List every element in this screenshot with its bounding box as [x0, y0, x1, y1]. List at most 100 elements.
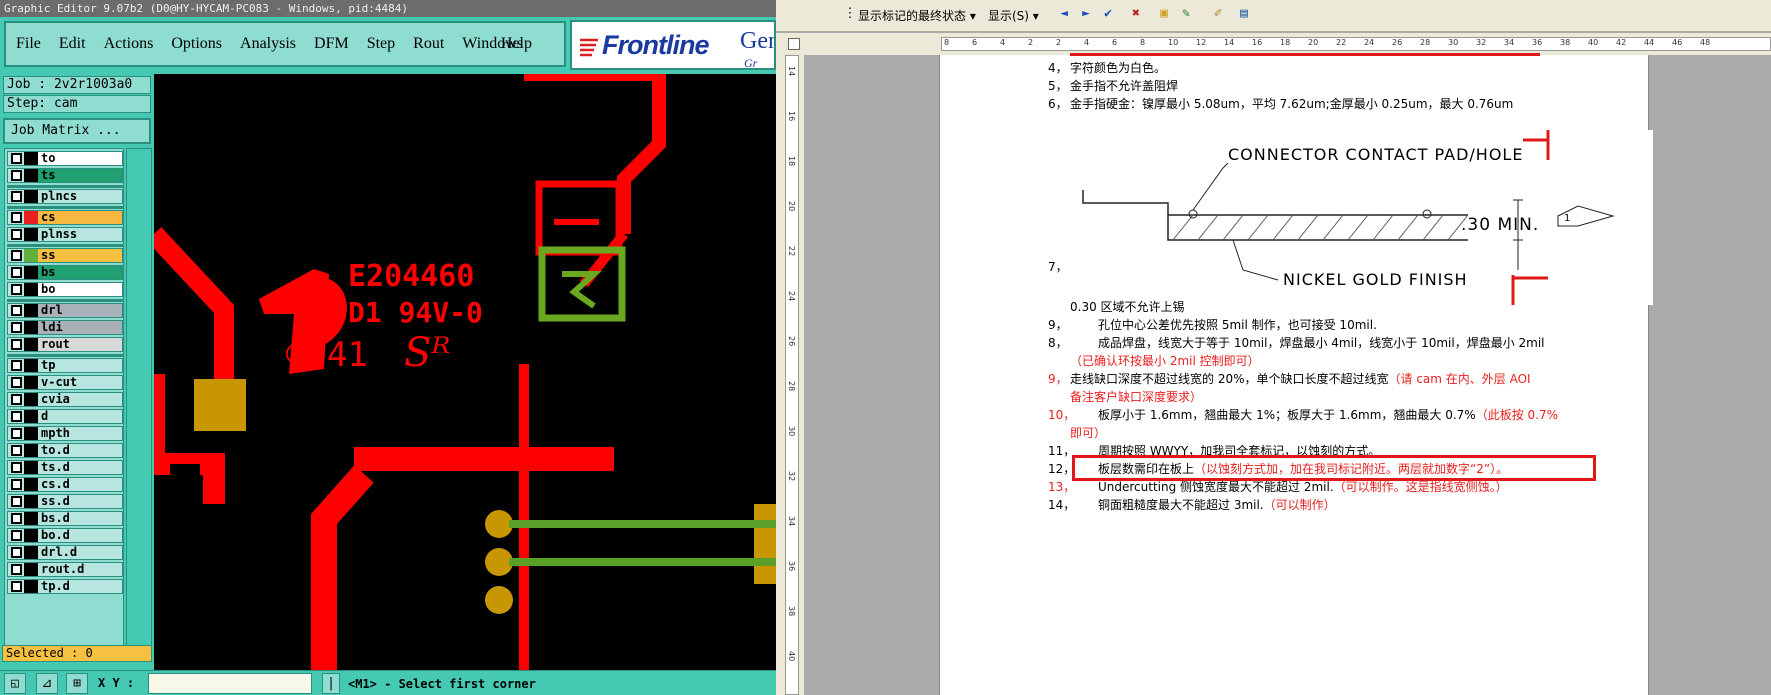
layer-row-rout[interactable]: rout: [7, 337, 123, 352]
layer-name: bo: [38, 283, 122, 296]
layer-row-v-cut[interactable]: v-cut: [7, 375, 123, 390]
pcb-view[interactable]: E204460 D1 94V-0 ®041 Sᴿ: [143, 67, 776, 670]
layer-checkbox[interactable]: [11, 153, 22, 164]
layer-row-ss-d[interactable]: ss.d: [7, 494, 123, 509]
layer-checkbox[interactable]: [11, 445, 22, 456]
reject-change-icon[interactable]: ✖: [1128, 6, 1144, 22]
layer-row-drl[interactable]: drl: [7, 303, 123, 318]
menu-dfm[interactable]: DFM: [314, 35, 349, 53]
highlight-icon[interactable]: ✎: [1178, 6, 1194, 22]
layer-row-cs[interactable]: cs: [7, 210, 123, 225]
layer-checkbox[interactable]: [11, 267, 22, 278]
layer-checkbox[interactable]: [11, 305, 22, 316]
layer-checkbox[interactable]: [11, 513, 22, 524]
ruler-tick-label: 30: [1448, 38, 1459, 47]
layer-name: to: [38, 152, 122, 165]
pcb-text-date: ®041: [286, 335, 368, 375]
layer-row-ts[interactable]: ts: [7, 168, 123, 183]
next-change-icon[interactable]: ►: [1078, 6, 1094, 22]
ruler-tick-label: 4: [1084, 38, 1090, 47]
xy-input[interactable]: [148, 673, 312, 694]
layer-row-rout-d[interactable]: rout.d: [7, 562, 123, 577]
layer-name: to.d: [38, 444, 122, 457]
layer-color-swatch: [24, 427, 38, 440]
layer-checkbox[interactable]: [11, 339, 22, 350]
layer-row-bo[interactable]: bo: [7, 282, 123, 297]
previous-change-icon[interactable]: ◄: [1056, 6, 1072, 22]
layer-row-mpth[interactable]: mpth: [7, 426, 123, 441]
ruler-tick-label: 4: [1000, 38, 1006, 47]
layer-checkbox[interactable]: [11, 496, 22, 507]
layer-color-swatch: [24, 461, 38, 474]
layer-row-to[interactable]: to: [7, 151, 123, 166]
layer-checkbox[interactable]: [11, 212, 22, 223]
layer-checkbox[interactable]: [11, 394, 22, 405]
layer-checkbox[interactable]: [11, 530, 22, 541]
layer-checkbox[interactable]: [11, 360, 22, 371]
layer-name: ldi: [38, 321, 122, 334]
layer-checkbox[interactable]: [11, 564, 22, 575]
ruler-scale[interactable]: 8 6 4 2 2 4 6 8 10 12 14 16 18 20 22 24 26 28 30 32 34 36 38 40…: [941, 37, 1771, 51]
layer-checkbox[interactable]: [11, 547, 22, 558]
layer-checkbox[interactable]: [11, 377, 22, 388]
menu-analysis[interactable]: Analysis: [240, 35, 296, 53]
layer-row-to-d[interactable]: to.d: [7, 443, 123, 458]
ruler-tick-label: 6: [1112, 38, 1118, 47]
layer-color-swatch: [24, 512, 38, 525]
layer-row-ss[interactable]: ss: [7, 248, 123, 263]
layer-row-tp[interactable]: tp: [7, 358, 123, 373]
layer-row-bs-d[interactable]: bs.d: [7, 511, 123, 526]
zoom-tool-icon[interactable]: ◱: [4, 673, 26, 694]
menu-options[interactable]: Options: [171, 35, 222, 53]
vruler-tick-label: 24: [787, 291, 796, 302]
layer-row-drl-d[interactable]: drl.d: [7, 545, 123, 560]
menu-actions[interactable]: Actions: [104, 35, 154, 53]
menu-file[interactable]: File: [16, 35, 41, 53]
layer-checkbox[interactable]: [11, 411, 22, 422]
markup-state-dropdown[interactable]: 显示标记的最终状态 ▾: [858, 7, 976, 24]
menu-step[interactable]: Step: [367, 35, 395, 53]
measure-tool-icon[interactable]: ⊿: [36, 673, 58, 694]
layer-row-plncs[interactable]: plncs: [7, 189, 123, 204]
layer-checkbox[interactable]: [11, 229, 22, 240]
layer-checkbox[interactable]: [11, 479, 22, 490]
document-page[interactable]: 4， 字符颜色为白色。 5， 金手指不允许盖阻焊 6， 金手指硬金：镍厚最小 5.08…: [939, 53, 1653, 695]
layer-row-tp-d[interactable]: tp.d: [7, 579, 123, 594]
track-changes-icon[interactable]: ✐: [1210, 6, 1226, 22]
snap-toggle-icon[interactable]: |: [322, 673, 340, 694]
grid-tool-icon[interactable]: ⊞: [66, 673, 88, 694]
layer-row-bs[interactable]: bs: [7, 265, 123, 280]
layer-checkbox[interactable]: [11, 191, 22, 202]
graphic-canvas[interactable]: E204460 D1 94V-0 ®041 Sᴿ: [143, 67, 776, 670]
menu-help[interactable]: Help: [501, 35, 532, 53]
menu-edit[interactable]: Edit: [59, 35, 86, 53]
job-matrix-button[interactable]: Job Matrix ...: [3, 118, 151, 144]
layer-checkbox[interactable]: [11, 250, 22, 261]
layer-row-d[interactable]: d: [7, 409, 123, 424]
layer-checkbox[interactable]: [11, 170, 22, 181]
layer-checkbox[interactable]: [11, 284, 22, 295]
layer-row-bo-d[interactable]: bo.d: [7, 528, 123, 543]
side-panel: Job : 2v2r1003a0 Step: cam Job Matrix ..…: [0, 74, 154, 695]
layer-row-plnss[interactable]: plnss: [7, 227, 123, 242]
ruler-tick-label: 42: [1616, 38, 1627, 47]
layer-row-ts-d[interactable]: ts.d: [7, 460, 123, 475]
layer-checkbox[interactable]: [11, 428, 22, 439]
vruler-scale[interactable]: 14 16 18 20 22 24 26 28 30 32 34 36 38 40: [785, 55, 799, 695]
layer-row-cvia[interactable]: cvia: [7, 392, 123, 407]
layer-color-swatch: [24, 152, 38, 165]
layer-row-cs-d[interactable]: cs.d: [7, 477, 123, 492]
show-dropdown[interactable]: 显示(S) ▾: [988, 7, 1039, 24]
menu-rout[interactable]: Rout: [413, 35, 444, 53]
layer-list-scrollbar[interactable]: [126, 148, 152, 660]
layer-checkbox[interactable]: [11, 581, 22, 592]
tab-selector[interactable]: [788, 38, 800, 50]
layer-checkbox[interactable]: [11, 462, 22, 473]
new-comment-icon[interactable]: ▣: [1156, 6, 1172, 22]
reviewing-pane-icon[interactable]: ▤: [1236, 6, 1252, 22]
accept-change-icon[interactable]: ✔: [1100, 6, 1116, 22]
layer-checkbox[interactable]: [11, 322, 22, 333]
layer-color-swatch: [24, 266, 38, 279]
ruler-tick-label: 20: [1308, 38, 1319, 47]
layer-row-ldi[interactable]: ldi: [7, 320, 123, 335]
